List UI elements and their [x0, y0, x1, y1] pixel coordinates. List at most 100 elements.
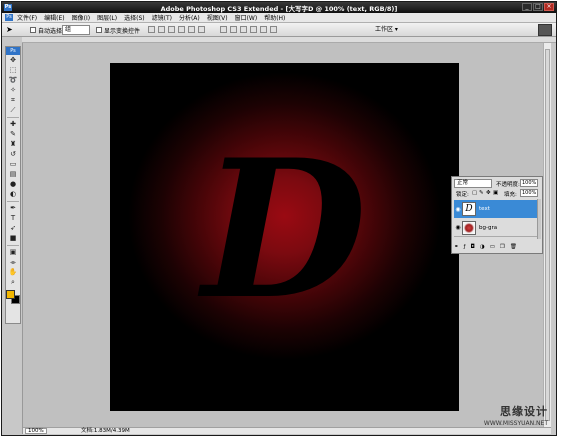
- menu-layer[interactable]: 图层(L): [97, 13, 117, 22]
- clone-stamp-icon[interactable]: ♜: [7, 140, 19, 149]
- show-transform-label: 显示变换控件: [104, 28, 141, 35]
- distribute-top-icon[interactable]: [220, 26, 227, 33]
- watermark-url: WWW.MISSYUAN.NET: [483, 420, 548, 427]
- close-button[interactable]: ×: [544, 3, 554, 11]
- magic-wand-icon[interactable]: ✧: [7, 86, 19, 95]
- move-icon[interactable]: ✥: [7, 56, 19, 65]
- fill-field[interactable]: 100%: [520, 189, 538, 197]
- toolbox-header: Ps: [6, 47, 20, 55]
- maximize-button[interactable]: □: [533, 3, 543, 11]
- new-layer-icon[interactable]: ❐: [500, 244, 505, 250]
- layer-row-bg-gra[interactable]: ◉ bg-gra: [454, 219, 538, 237]
- folder-icon[interactable]: ▭: [490, 244, 495, 250]
- menu-window[interactable]: 窗口(W): [235, 13, 258, 22]
- pen-icon[interactable]: ✒: [7, 204, 19, 213]
- menu-filter[interactable]: 滤镜(T): [152, 13, 172, 22]
- fx-icon[interactable]: ƒ: [464, 244, 466, 250]
- shape-icon[interactable]: ■: [7, 234, 19, 243]
- hand-icon[interactable]: ✋: [7, 268, 19, 277]
- align-buttons: [148, 26, 205, 33]
- distribute-hcenter-icon[interactable]: [260, 26, 267, 33]
- visibility-eye-icon[interactable]: ◉: [454, 224, 462, 231]
- foreground-color-swatch[interactable]: [6, 290, 15, 299]
- distribute-right-icon[interactable]: [270, 26, 277, 33]
- opacity-label: 不透明度:: [496, 182, 520, 188]
- document-size: 文档:1.83M/4.39M: [81, 428, 130, 434]
- align-vcenter-icon[interactable]: [158, 26, 165, 33]
- menu-help[interactable]: 帮助(H): [264, 13, 285, 22]
- layers-scrollbar[interactable]: [537, 199, 541, 239]
- menu-image[interactable]: 图像(I): [72, 13, 90, 22]
- align-right-icon[interactable]: [198, 26, 205, 33]
- menu-view[interactable]: 视图(V): [207, 13, 228, 22]
- auto-select-dropdown[interactable]: 组: [62, 25, 90, 35]
- show-transform-checkbox[interactable]: [96, 27, 102, 33]
- options-bar: ➤ 自动选择: 组 显示变换控件 工作区 ▾: [2, 23, 556, 37]
- menu-bar: Ps 文件(F) 编辑(E) 图像(I) 图层(L) 选择(S) 滤镜(T) 分…: [2, 13, 556, 23]
- layer-name: text: [479, 206, 490, 212]
- scrollbar-thumb[interactable]: [545, 49, 550, 421]
- color-swatches: [6, 290, 20, 304]
- layer-row-text[interactable]: ◉ D text: [454, 200, 538, 218]
- zoom-icon[interactable]: ⌕: [7, 278, 19, 287]
- crop-icon[interactable]: ⌗: [7, 96, 19, 105]
- adjustment-icon[interactable]: ◑: [480, 244, 485, 250]
- mask-icon[interactable]: ◘: [471, 244, 475, 250]
- palette-well-icon[interactable]: [538, 24, 552, 36]
- eraser-icon[interactable]: ▭: [7, 160, 19, 169]
- dodge-icon[interactable]: ◐: [7, 190, 19, 199]
- workspace-menu[interactable]: 工作区 ▾: [375, 25, 398, 35]
- menu-analysis[interactable]: 分析(A): [179, 13, 200, 22]
- menu-select[interactable]: 选择(S): [124, 13, 145, 22]
- canvas[interactable]: D: [110, 63, 459, 411]
- lasso-icon[interactable]: ➰: [7, 76, 19, 85]
- auto-select-checkbox[interactable]: [30, 27, 36, 33]
- gradient-icon[interactable]: ▤: [7, 170, 19, 179]
- notes-icon[interactable]: ▣: [7, 248, 19, 257]
- layer-name: bg-gra: [479, 224, 498, 231]
- brush-icon[interactable]: ✎: [7, 130, 19, 139]
- lock-image-icon[interactable]: ✎: [479, 190, 484, 196]
- layers-panel-footer: ⚭ ƒ ◘ ◑ ▭ ❐ 🗑: [454, 243, 540, 251]
- align-hcenter-icon[interactable]: [188, 26, 195, 33]
- healing-icon[interactable]: ✚: [7, 120, 19, 129]
- link-icon[interactable]: ⚭: [454, 244, 459, 250]
- zoom-level-field[interactable]: 100%: [25, 428, 47, 434]
- lock-label: 锁定:: [456, 192, 469, 198]
- align-bottom-icon[interactable]: [168, 26, 175, 33]
- menu-edit[interactable]: 编辑(E): [44, 13, 64, 22]
- lock-transparent-icon[interactable]: ▢: [472, 190, 477, 196]
- opacity-field[interactable]: 100%: [520, 179, 538, 187]
- fill-label: 填充:: [504, 192, 517, 198]
- align-left-icon[interactable]: [178, 26, 185, 33]
- slice-icon[interactable]: ⟋: [7, 106, 19, 115]
- lock-all-icon[interactable]: ▣: [493, 190, 498, 196]
- title-bar: Ps Adobe Photoshop CS3 Extended - [大写字D …: [2, 2, 556, 13]
- history-brush-icon[interactable]: ↺: [7, 150, 19, 159]
- visibility-eye-icon[interactable]: ◉: [454, 206, 462, 213]
- eyedropper-icon[interactable]: ⌯: [7, 258, 19, 267]
- toolbox: Ps ✥ ⬚ ➰ ✧ ⌗ ⟋ ✚ ✎ ♜ ↺ ▭ ▤ ● ◐ ✒ T ➶ ■ ▣…: [5, 46, 21, 324]
- photoshop-window: Ps Adobe Photoshop CS3 Extended - [大写字D …: [1, 1, 557, 436]
- type-icon[interactable]: T: [7, 214, 19, 223]
- toolbox-divider: [7, 117, 19, 118]
- align-top-icon[interactable]: [148, 26, 155, 33]
- blur-icon[interactable]: ●: [7, 180, 19, 189]
- toolbox-divider: [7, 245, 19, 246]
- lock-position-icon[interactable]: ✥: [486, 190, 491, 196]
- layers-panel: 正常 不透明度: 100% 锁定: ▢ ✎ ✥ ▣ 填充: 100% ◉ D t…: [451, 176, 543, 254]
- trash-icon[interactable]: 🗑: [510, 244, 517, 250]
- move-tool-icon[interactable]: ➤: [6, 26, 13, 34]
- minimize-button[interactable]: _: [522, 3, 532, 11]
- marquee-icon[interactable]: ⬚: [7, 66, 19, 75]
- distribute-left-icon[interactable]: [250, 26, 257, 33]
- blend-mode-dropdown[interactable]: 正常: [454, 179, 492, 188]
- vertical-scrollbar[interactable]: [543, 43, 551, 427]
- distribute-vcenter-icon[interactable]: [230, 26, 237, 33]
- distribute-bottom-icon[interactable]: [240, 26, 247, 33]
- path-select-icon[interactable]: ➶: [7, 224, 19, 233]
- letter-d: D: [202, 118, 367, 341]
- window-controls: _ □ ×: [522, 3, 554, 11]
- menu-file[interactable]: 文件(F): [17, 13, 37, 22]
- layer-thumbnail-gradient: [462, 220, 476, 235]
